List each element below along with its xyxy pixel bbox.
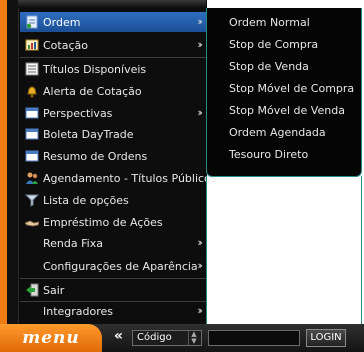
menu-item-label: Agendamento - Títulos Públicos (43, 171, 217, 185)
menu-item-resumo-ordens[interactable]: Resumo de Ordens (20, 146, 206, 166)
menu-item-label: Configurações de Aparência (43, 259, 198, 273)
menu-top-shadow (18, 0, 206, 8)
menu-item-label: Alerta de Cotação (43, 84, 142, 98)
menu-item-label: Títulos Disponíveis (43, 62, 147, 76)
menu-item-label: Boleta DayTrade (43, 127, 134, 141)
menu-item-integradores[interactable]: Integradores ›› (20, 301, 206, 321)
menu-item-label: Integradores (43, 304, 114, 318)
window-icon (25, 149, 39, 163)
submenu-item-tesouro-direto[interactable]: Tesouro Direto (207, 145, 361, 165)
menu-item-label: Perspectivas (43, 106, 113, 120)
submenu-item-stop-movel-venda[interactable]: Stop Móvel de Venda (207, 101, 361, 121)
menu-item-titulos-disponiveis[interactable]: Títulos Disponíveis (20, 59, 206, 79)
menu-item-boleta-daytrade[interactable]: Boleta DayTrade (20, 124, 206, 144)
menu-button[interactable]: menu (0, 324, 102, 352)
menu-item-renda-fixa[interactable]: Renda Fixa ›› (20, 233, 206, 253)
menu-item-agendamento[interactable]: Agendamento - Títulos Públicos (20, 168, 217, 188)
chevron-right-icon: ›› (197, 304, 203, 317)
menu-item-emprestimo-acoes[interactable]: Empréstimo de Ações (20, 212, 206, 232)
menu-separator (20, 57, 206, 58)
menu-item-label: Resumo de Ordens (43, 149, 148, 163)
submenu-item-ordem-agendada[interactable]: Ordem Agendada (207, 123, 361, 143)
menu-item-lista-opcoes[interactable]: Lista de opções (20, 190, 206, 210)
chevron-right-icon: ›› (197, 15, 203, 28)
login-button[interactable]: LOGIN (306, 329, 346, 347)
menu-item-label: Ordem (43, 15, 81, 29)
filter-icon (25, 193, 39, 207)
menu-item-sair[interactable]: Sair (20, 280, 206, 300)
symbol-input[interactable] (208, 330, 300, 346)
chevron-right-icon: ›› (197, 236, 203, 249)
order-icon (25, 15, 39, 29)
submenu-item-ordem-normal[interactable]: Ordem Normal (207, 13, 361, 33)
menu-separator (20, 278, 206, 279)
menu-item-label: Empréstimo de Ações (43, 215, 163, 229)
symbol-type-select[interactable]: Código ▲ ▼ (132, 330, 202, 346)
chevron-right-icon: ›› (197, 38, 203, 51)
menu-item-label: Cotação (43, 38, 88, 52)
submenu-item-stop-movel-compra[interactable]: Stop Móvel de Compra (207, 79, 361, 99)
list-icon (25, 62, 39, 76)
window-icon (25, 127, 39, 141)
menu-item-label: Lista de opções (43, 193, 129, 207)
submenu-item-stop-venda[interactable]: Stop de Venda (207, 57, 361, 77)
chevron-right-icon: ›› (197, 259, 203, 272)
content-frame (206, 176, 362, 324)
menu-item-cotacao[interactable]: Cotação ›› (20, 35, 206, 55)
updown-caret-icon: ▲ ▼ (188, 331, 199, 345)
people-icon (25, 171, 39, 185)
exit-icon (25, 283, 39, 297)
select-value: Código (137, 332, 172, 343)
window-icon (25, 106, 39, 120)
chart-icon (25, 38, 39, 52)
accent-strip (0, 0, 7, 324)
bell-icon (25, 84, 39, 98)
menu-item-configuracoes-aparencia[interactable]: Configurações de Aparência ›› (20, 256, 206, 276)
ordem-submenu: Ordem Normal Stop de Compra Stop de Vend… (206, 8, 362, 177)
menu-item-ordem[interactable]: Ordem ›› (20, 12, 206, 32)
chevron-right-icon: ›› (197, 106, 203, 119)
collapse-icon[interactable]: « (114, 328, 123, 344)
submenu-item-stop-compra[interactable]: Stop de Compra (207, 35, 361, 55)
menu-item-label: Sair (43, 283, 65, 297)
menu-item-perspectivas[interactable]: Perspectivas ›› (20, 103, 206, 123)
handshake-icon (25, 215, 39, 229)
side-strip (7, 0, 18, 324)
menu-item-label: Renda Fixa (43, 236, 103, 250)
menu-item-alerta-cotacao[interactable]: Alerta de Cotação (20, 81, 206, 101)
